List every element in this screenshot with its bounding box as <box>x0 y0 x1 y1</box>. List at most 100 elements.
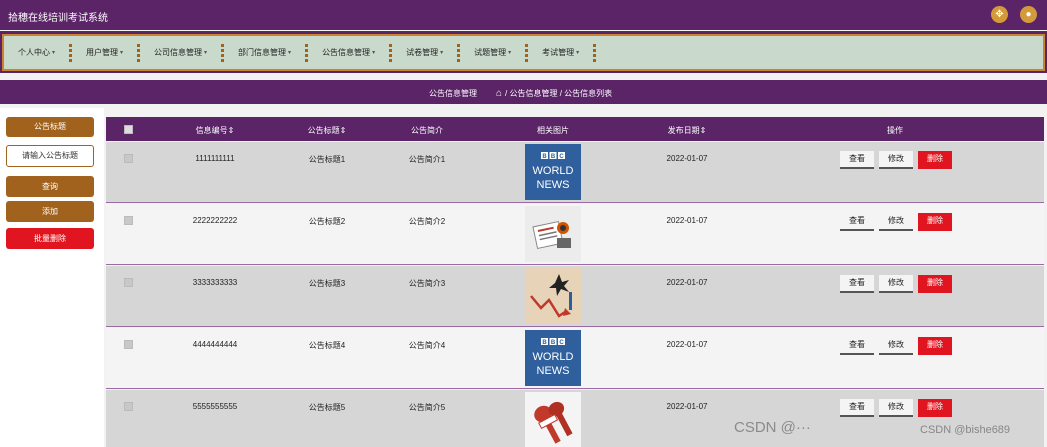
row-checkbox[interactable] <box>124 216 133 225</box>
chevron-down-icon: ▾ <box>120 50 124 56</box>
edit-button[interactable]: 修改 <box>879 151 913 169</box>
thumbnail-bbc-news[interactable]: B B C WORLD NEWS <box>525 144 581 200</box>
nav-divider <box>593 43 597 62</box>
cell-intro: 公告简介2 <box>408 217 446 226</box>
row-checkbox[interactable] <box>124 340 133 349</box>
row-checkbox[interactable] <box>124 154 133 163</box>
svg-text:B: B <box>542 340 547 346</box>
top-bar: 拾穗在线培训考试系统 ✥ ● <box>0 0 1047 30</box>
header-title[interactable]: 公告标题⇕ <box>308 125 347 136</box>
cell-intro: 公告简介3 <box>408 279 446 288</box>
cell-title: 公告标题2 <box>308 217 346 226</box>
nav-item-0[interactable]: 个人中心 ▾ <box>18 47 55 58</box>
table-row: 1111111111 公告标题1 公告简介1 2022-01-07 B B C WORLD NE… <box>106 142 1044 203</box>
nav-item-label: 部门信息管理 <box>238 48 287 57</box>
search-button[interactable]: 查询 <box>6 176 94 197</box>
cell-title: 公告标题5 <box>308 403 346 412</box>
cell-date: 2022-01-07 <box>666 340 708 349</box>
header-intro: 公告简介 <box>411 126 443 135</box>
thumbnail-bbc-news[interactable]: B B C WORLD NEWS <box>525 330 581 386</box>
nav-item-4[interactable]: 公告信息管理 ▾ <box>322 47 375 58</box>
cell-date: 2022-01-07 <box>666 278 708 287</box>
delete-button[interactable]: 删除 <box>918 275 952 293</box>
cell-date: 2022-01-07 <box>666 402 708 411</box>
cell-date: 2022-01-07 <box>666 154 708 163</box>
breadcrumb-path: / 公告信息管理 / 公告信息列表 <box>505 89 613 98</box>
nav-item-label: 用户管理 <box>86 48 119 57</box>
page-title: 公告信息管理 <box>429 89 477 98</box>
add-button[interactable]: 添加 <box>6 201 94 222</box>
nav-item-5[interactable]: 试卷管理 ▾ <box>406 47 443 58</box>
cell-intro: 公告简介4 <box>408 341 446 350</box>
row-checkbox[interactable] <box>124 402 133 411</box>
edit-button[interactable]: 修改 <box>879 275 913 293</box>
nav-item-7[interactable]: 考试管理 ▾ <box>542 47 579 58</box>
table-row: 5555555555 公告标题5 公告简介5 2022-01-07 查看 修改 删除 <box>106 390 1044 447</box>
cell-intro: 公告简介5 <box>408 403 446 412</box>
user-icon[interactable]: ● <box>1020 6 1037 23</box>
svg-text:B: B <box>542 154 547 160</box>
view-button[interactable]: 查看 <box>840 337 874 355</box>
view-button[interactable]: 查看 <box>840 213 874 231</box>
app-title: 拾穗在线培训考试系统 <box>8 13 108 24</box>
cell-id: 5555555555 <box>192 402 238 411</box>
chevron-down-icon: ▾ <box>52 50 56 56</box>
select-all-checkbox[interactable] <box>124 125 133 134</box>
nav-bar: 个人中心 ▾ 用户管理 ▾ 公司信息管理 ▾ 部门信息管理 ▾ 公告信息管理 ▾ 试卷管理 ▾ 试题管理… <box>2 34 1045 71</box>
delete-button[interactable]: 删除 <box>918 399 952 417</box>
nav-divider <box>457 43 461 62</box>
thumbnail-newspaper-illustration[interactable] <box>525 206 581 262</box>
svg-text:C: C <box>559 340 564 346</box>
cell-id: 2222222222 <box>192 216 238 225</box>
nav-divider <box>137 43 141 62</box>
nav-divider <box>221 43 225 62</box>
cell-title: 公告标题3 <box>308 279 346 288</box>
nav-item-3[interactable]: 部门信息管理 ▾ <box>238 47 291 58</box>
svg-text:NEWS: NEWS <box>537 179 570 191</box>
header-date[interactable]: 发布日期⇕ <box>668 125 707 136</box>
edit-button[interactable]: 修改 <box>879 213 913 231</box>
delete-button[interactable]: 删除 <box>918 337 952 355</box>
edit-button[interactable]: 修改 <box>879 399 913 417</box>
header-actions: 操作 <box>887 126 903 135</box>
chevron-down-icon: ▾ <box>204 50 208 56</box>
fullscreen-icon[interactable]: ✥ <box>991 6 1008 23</box>
thumbnail-declining-chart-illustration[interactable] <box>525 268 581 324</box>
edit-button[interactable]: 修改 <box>879 337 913 355</box>
nav-item-1[interactable]: 用户管理 ▾ <box>86 47 123 58</box>
nav-bar-wrapper: 个人中心 ▾ 用户管理 ▾ 公司信息管理 ▾ 部门信息管理 ▾ 公告信息管理 ▾ 试卷管理 ▾ 试题管理… <box>0 31 1047 73</box>
nav-item-6[interactable]: 试题管理 ▾ <box>474 47 511 58</box>
chevron-down-icon: ▾ <box>440 50 444 56</box>
header-id[interactable]: 信息编号⇕ <box>196 125 235 136</box>
breadcrumb: ⌂ / 公告信息管理 / 公告信息列表 <box>496 88 612 99</box>
nav-divider <box>305 43 309 62</box>
nav-divider <box>525 43 529 62</box>
nav-item-label: 个人中心 <box>18 48 50 57</box>
home-icon[interactable]: ⌂ <box>496 88 502 98</box>
view-button[interactable]: 查看 <box>840 399 874 417</box>
nav-item-2[interactable]: 公司信息管理 ▾ <box>154 47 207 58</box>
delete-button[interactable]: 删除 <box>918 213 952 231</box>
svg-text:B: B <box>551 340 556 346</box>
svg-text:WORLD: WORLD <box>533 351 574 363</box>
delete-button[interactable]: 删除 <box>918 151 952 169</box>
cell-intro: 公告简介1 <box>408 155 446 164</box>
watermark-left: CSDN @··· <box>734 419 811 436</box>
table-row: 2222222222 公告标题2 公告简介2 2022-01-07 查看 修改 删除 <box>106 204 1044 265</box>
nav-divider <box>389 43 393 62</box>
nav-item-label: 试卷管理 <box>406 48 439 57</box>
table-row: 4444444444 公告标题4 公告简介4 2022-01-07 B B C WORLD NE… <box>106 328 1044 389</box>
cell-id: 3333333333 <box>192 278 238 287</box>
nav-item-label: 公告信息管理 <box>322 48 371 57</box>
cell-id: 4444444444 <box>192 340 238 349</box>
title-search-input[interactable]: 请输入公告标题 <box>6 145 94 167</box>
view-button[interactable]: 查看 <box>840 151 874 169</box>
cell-title: 公告标题1 <box>308 155 346 164</box>
cell-date: 2022-01-07 <box>666 216 708 225</box>
row-checkbox[interactable] <box>124 278 133 287</box>
cell-id: 1111111111 <box>195 154 235 163</box>
chevron-down-icon: ▾ <box>288 50 292 56</box>
view-button[interactable]: 查看 <box>840 275 874 293</box>
batch-delete-button[interactable]: 批量删除 <box>6 228 94 249</box>
thumbnail-news-microphones[interactable] <box>525 392 581 447</box>
